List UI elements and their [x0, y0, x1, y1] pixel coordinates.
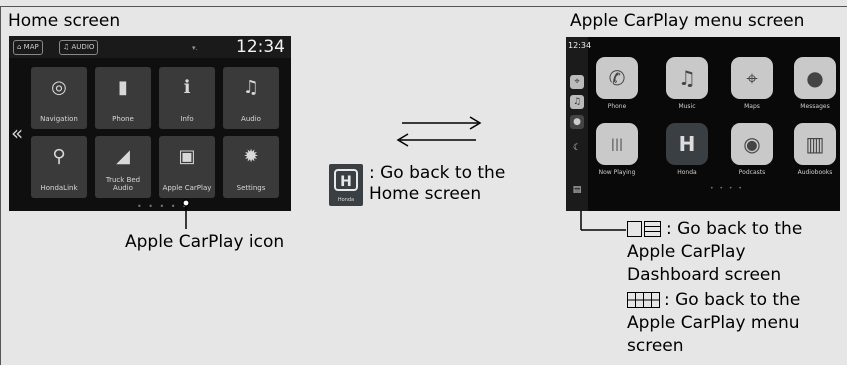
honda-caption-line2: Home screen	[369, 184, 482, 204]
app-audiobooks[interactable]: ▥	[794, 123, 836, 165]
moon-icon: ☾	[572, 143, 582, 153]
honda-caption-line1: : Go back to the	[369, 163, 506, 183]
sidebar-music-icon[interactable]: ♫	[570, 95, 584, 109]
apple-carplay-icon-caption: Apple CarPlay icon	[125, 232, 285, 252]
app-music[interactable]: ♫	[666, 57, 708, 99]
sidebar-podcast-icon[interactable]: ●	[570, 115, 584, 129]
menu-caption-line3: screen	[627, 336, 684, 356]
app-honda[interactable]: H	[666, 123, 708, 165]
dashboard-toggle-icon[interactable]: ▤	[570, 183, 584, 197]
app-podcasts[interactable]: ◉	[731, 123, 773, 165]
app-now-playing[interactable]: |||	[596, 123, 638, 165]
grid-menu-icon	[627, 292, 660, 308]
carplay-page-dots: • • • •	[710, 185, 744, 192]
carplay-menu-screen: 12:34 ⌖ ♫ ● ☾ ▤ ✆ Phone ♫ Music ⌖ Maps ●…	[566, 37, 840, 211]
app-maps[interactable]: ⌖	[731, 57, 773, 99]
carplay-clock: 12:34	[568, 41, 592, 50]
dashboard-caption-line1: : Go back to the	[666, 219, 803, 239]
dashboard-caption-line2: Apple CarPlay	[627, 242, 746, 262]
app-messages[interactable]: ●	[794, 57, 836, 99]
honda-home-icon: H Honda	[329, 164, 363, 206]
dashboard-icon	[627, 221, 661, 237]
app-phone[interactable]: ✆	[596, 57, 638, 99]
carplay-sidebar: 12:34 ⌖ ♫ ● ☾ ▤	[566, 37, 592, 211]
sidebar-maps-icon[interactable]: ⌖	[570, 75, 584, 89]
menu-caption-line1: : Go back to the	[664, 290, 801, 310]
dashboard-caption-line3: Dashboard screen	[627, 265, 782, 285]
menu-caption-line2: Apple CarPlay menu	[627, 313, 800, 333]
